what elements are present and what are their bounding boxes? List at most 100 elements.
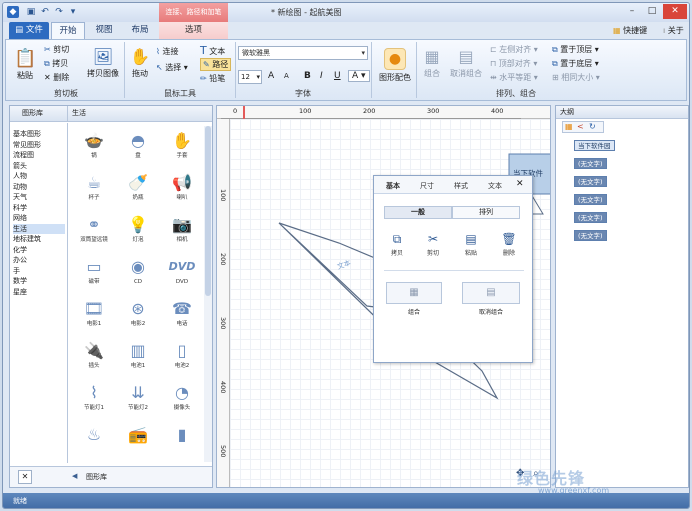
refresh-icon[interactable]: ↻: [589, 122, 596, 131]
shape-item[interactable]: ▥ 电池1: [118, 340, 158, 376]
shape-item[interactable]: ⇊ 节能灯2: [118, 382, 158, 418]
distribute-horizontal-button[interactable]: ⇹ 水平等距 ▾: [490, 72, 538, 83]
ungroup-button[interactable]: ▤ 取消组合: [444, 46, 488, 79]
shape-item[interactable]: 🎞 电影1: [74, 298, 114, 334]
outline-item[interactable]: (无文字): [574, 194, 607, 205]
minimize-button[interactable]: –: [623, 4, 641, 19]
outline-item[interactable]: (无文字): [574, 212, 607, 223]
shortcut-link[interactable]: ▦ 快捷键: [613, 25, 647, 36]
category-item[interactable]: 科学: [13, 203, 65, 214]
shape-item[interactable]: 🔌 插头: [74, 340, 114, 376]
category-item[interactable]: 人物: [13, 171, 65, 182]
category-item[interactable]: 天气: [13, 192, 65, 203]
shape-item[interactable]: ◔ 摄像头: [162, 382, 202, 418]
shape-item[interactable]: ⌇ 节能灯1: [74, 382, 114, 418]
shape-item[interactable]: ☎ 电话: [162, 298, 202, 334]
category-item[interactable]: 网络: [13, 213, 65, 224]
shape-item[interactable]: ⚭ 双筒望远镜: [74, 214, 114, 250]
popup-tab-size[interactable]: 尺寸: [420, 181, 434, 191]
grow-font-button[interactable]: A: [268, 71, 274, 81]
popup-copy-button[interactable]: ⧉ 拷贝: [386, 232, 408, 257]
shape-item[interactable]: ▮: [162, 424, 202, 460]
tab-file[interactable]: ▤ 文件: [9, 22, 49, 39]
category-item[interactable]: 流程图: [13, 150, 65, 161]
tab-options[interactable]: 选项: [159, 22, 228, 39]
shape-color-button[interactable]: ● 图形配色: [374, 48, 416, 83]
delete-button[interactable]: ✕ 删除: [44, 72, 69, 83]
share-icon[interactable]: <: [577, 122, 584, 131]
shape-item[interactable]: ♨: [74, 424, 114, 460]
italic-button[interactable]: I: [320, 71, 323, 81]
category-item[interactable]: 数学: [13, 276, 65, 287]
pencil-tool-button[interactable]: ✏ 铅笔: [200, 73, 225, 84]
font-color-button[interactable]: A ▾: [348, 70, 370, 82]
subtab-arrange[interactable]: 排列: [452, 206, 520, 219]
outline-item[interactable]: 当下软件园: [574, 140, 615, 151]
tab-layout[interactable]: 布局: [123, 22, 157, 39]
same-size-button[interactable]: ⊞ 相同大小 ▾: [552, 72, 600, 83]
shape-item[interactable]: DVD DVD: [162, 256, 202, 292]
quick-access-dropdown-icon[interactable]: ▾: [67, 6, 79, 18]
category-item-selected[interactable]: 生活: [13, 223, 65, 234]
popup-ungroup-button[interactable]: ▤: [462, 282, 520, 304]
popup-cut-button[interactable]: ✂ 剪切: [422, 232, 444, 257]
shape-item[interactable]: 📻: [118, 424, 158, 460]
popup-tab-text[interactable]: 文本: [488, 181, 502, 191]
shape-item[interactable]: ◓ 盘: [118, 130, 158, 166]
underline-button[interactable]: U: [334, 71, 341, 81]
shape-item[interactable]: ▯ 电池2: [162, 340, 202, 376]
category-item[interactable]: 办公: [13, 255, 65, 266]
shape-item[interactable]: 💡 灯泡: [118, 214, 158, 250]
redo-icon[interactable]: ↷: [53, 6, 65, 18]
outline-item[interactable]: (无文字): [574, 230, 607, 241]
align-left-button[interactable]: ⊏ 左侧对齐 ▾: [490, 44, 538, 55]
category-item[interactable]: 星座: [13, 287, 65, 298]
drag-tool-button[interactable]: ✋ 拖动: [128, 46, 152, 79]
undo-icon[interactable]: ↶: [39, 6, 51, 18]
save-icon[interactable]: ▣: [25, 6, 37, 18]
popup-tab-style[interactable]: 样式: [454, 181, 468, 191]
shape-grid-scrollbar[interactable]: [204, 126, 212, 462]
category-item[interactable]: 地标建筑: [13, 234, 65, 245]
shape-item[interactable]: 📷 相机: [162, 214, 202, 250]
cut-button[interactable]: ✂ 剪切: [44, 44, 69, 55]
shrink-font-button[interactable]: A: [284, 72, 289, 80]
scrollbar-thumb[interactable]: [205, 126, 211, 296]
shape-item[interactable]: ✋ 手套: [162, 130, 202, 166]
category-item[interactable]: 基本图形: [13, 129, 65, 140]
shape-item[interactable]: 🍼 奶瓶: [118, 172, 158, 208]
close-window-button[interactable]: ✕: [663, 4, 687, 19]
tree-icon[interactable]: ▦: [565, 122, 573, 131]
text-tool-button[interactable]: T 文本: [200, 44, 225, 57]
category-item[interactable]: 常见图形: [13, 140, 65, 151]
about-link[interactable]: ı 关于: [663, 25, 684, 36]
path-tool-button[interactable]: ✎ 路径: [200, 58, 232, 71]
popup-paste-button[interactable]: ▤ 粘贴: [460, 232, 482, 257]
shape-item[interactable]: 🍲 锅: [74, 130, 114, 166]
group-button[interactable]: ▦ 组合: [420, 46, 444, 79]
category-item[interactable]: 箭头: [13, 161, 65, 172]
popup-delete-button[interactable]: 🗑 删除: [498, 232, 520, 257]
send-to-back-button[interactable]: ⧉ 置于底层 ▾: [552, 58, 599, 69]
close-library-button[interactable]: ✕: [18, 470, 32, 484]
tab-view[interactable]: 视图: [87, 22, 121, 39]
shape-item[interactable]: ▭ 磁带: [74, 256, 114, 292]
bold-button[interactable]: B: [304, 71, 311, 81]
popup-close-button[interactable]: ✕: [516, 179, 524, 189]
shape-item[interactable]: ☕ 杯子: [74, 172, 114, 208]
maximize-button[interactable]: □: [643, 4, 661, 19]
back-arrow-icon[interactable]: ◀: [72, 472, 77, 480]
copy-button[interactable]: ⧉ 拷贝: [44, 58, 68, 69]
shape-item[interactable]: 📢 喇叭: [162, 172, 202, 208]
align-top-button[interactable]: ⊓ 顶部对齐 ▾: [490, 58, 537, 69]
category-item[interactable]: 手: [13, 266, 65, 277]
select-tool-button[interactable]: ↖ 选择 ▾: [156, 62, 188, 73]
paste-button[interactable]: 📋 粘贴: [12, 48, 38, 81]
font-family-select[interactable]: 微软雅黑 ▾: [238, 46, 368, 60]
bring-to-front-button[interactable]: ⧉ 置于顶层 ▾: [552, 44, 599, 55]
subtab-general[interactable]: 一般: [384, 206, 452, 219]
copy-image-button[interactable]: 🖼 拷贝图像: [84, 46, 122, 79]
font-size-select[interactable]: 12 ▾: [238, 70, 262, 84]
popup-group-button[interactable]: ▦: [386, 282, 442, 304]
category-item[interactable]: 动物: [13, 182, 65, 193]
